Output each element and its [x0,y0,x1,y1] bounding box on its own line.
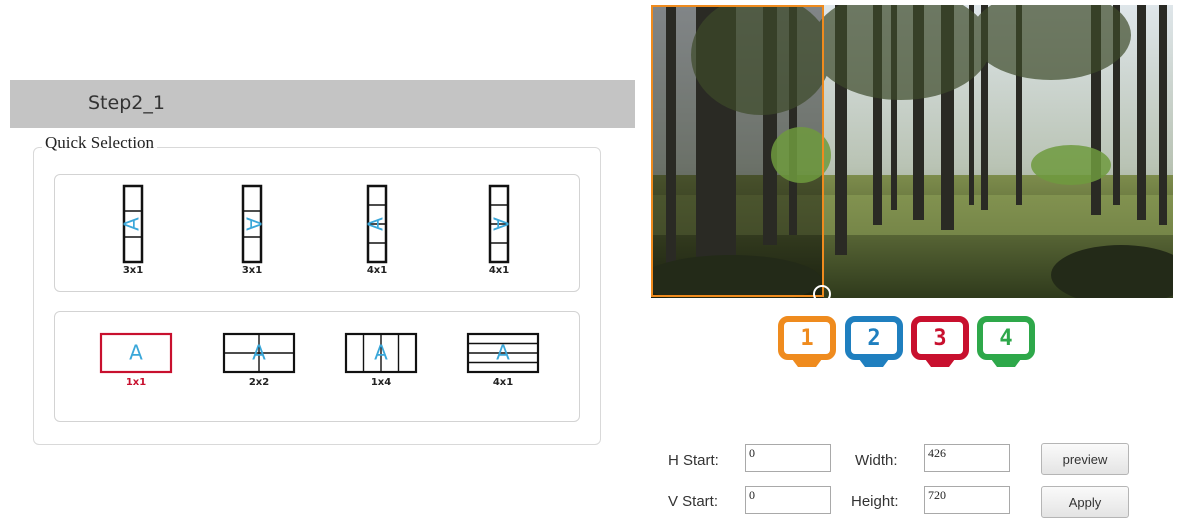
monitor-icon: 3 [911,316,969,367]
glyph-a: A [496,341,510,365]
step-title: Step2_1 [88,92,165,114]
layout-4x1-rotate-right-icon: A [489,184,513,264]
glyph-a: A [374,341,388,365]
monitor-2-button[interactable]: 2 [845,316,903,374]
layout-4x1-rotate-left-icon: A [364,184,388,264]
monitor-number: 3 [933,326,946,351]
layout-2x2-icon: A [222,332,296,374]
layout-3x1-rotate-left-icon: A [120,184,144,264]
resize-handle[interactable] [813,285,831,303]
layout-1x1[interactable]: A 1x1 [94,331,178,389]
layout-1x4[interactable]: A 1x4 [339,331,423,389]
step-header: Step2_1 [10,80,635,128]
width-input[interactable]: 426 [924,444,1010,472]
layout-label: 4x1 [366,265,388,276]
monitor-number: 4 [999,326,1012,351]
layout-4x1-horizontal-icon: A [466,332,540,374]
layout-label: 3x1 [241,265,263,276]
layout-label: 4x1 [488,265,510,276]
glyph-a-rotated: A [120,217,144,231]
layout-label: 1x4 [370,377,392,388]
monitor-number: 2 [867,326,880,351]
layout-4x1-rotate-left[interactable]: A 4x1 [345,183,409,277]
layout-2x2[interactable]: A 2x2 [217,331,301,389]
monitor-icon: 2 [845,316,903,367]
layout-1x1-icon: A [99,332,173,374]
monitor-number: 1 [800,326,813,351]
selection-region[interactable] [651,5,824,297]
monitor-3-button[interactable]: 3 [911,316,969,374]
layout-1x4-icon: A [344,332,418,374]
glyph-a: A [252,341,266,365]
layout-label: 3x1 [122,265,144,276]
monitor-1-button[interactable]: 1 [778,316,836,374]
height-label: Height: [851,493,899,510]
h-start-label: H Start: [668,452,719,469]
height-input[interactable]: 720 [924,486,1010,514]
glyph-a-rotated: A [242,217,266,231]
layout-4x1-rotate-right[interactable]: A 4x1 [467,183,531,277]
quick-selection-legend: Quick Selection [42,133,158,153]
layout-3x1-rotate-right-icon: A [242,184,266,264]
h-start-input[interactable]: 0 [745,444,831,472]
layout-label: 2x2 [248,377,270,388]
glyph-a: A [129,341,143,365]
layout-label: 4x1 [492,377,514,388]
layout-3x1-rotate-right[interactable]: A 3x1 [220,183,284,277]
glyph-a-rotated: A [364,217,388,231]
monitor-icon: 1 [778,316,836,367]
glyph-a-rotated: A [489,217,513,231]
v-start-label: V Start: [668,493,719,510]
preview-button[interactable]: preview [1041,443,1129,475]
apply-button[interactable]: Apply [1041,486,1129,518]
monitor-4-button[interactable]: 4 [977,316,1035,374]
layout-3x1-rotate-left[interactable]: A 3x1 [101,183,165,277]
width-label: Width: [855,452,898,469]
monitor-icon: 4 [977,316,1035,367]
layout-label: 1x1 [125,377,147,388]
v-start-input[interactable]: 0 [745,486,831,514]
layout-4x1-horizontal[interactable]: A 4x1 [461,331,545,389]
